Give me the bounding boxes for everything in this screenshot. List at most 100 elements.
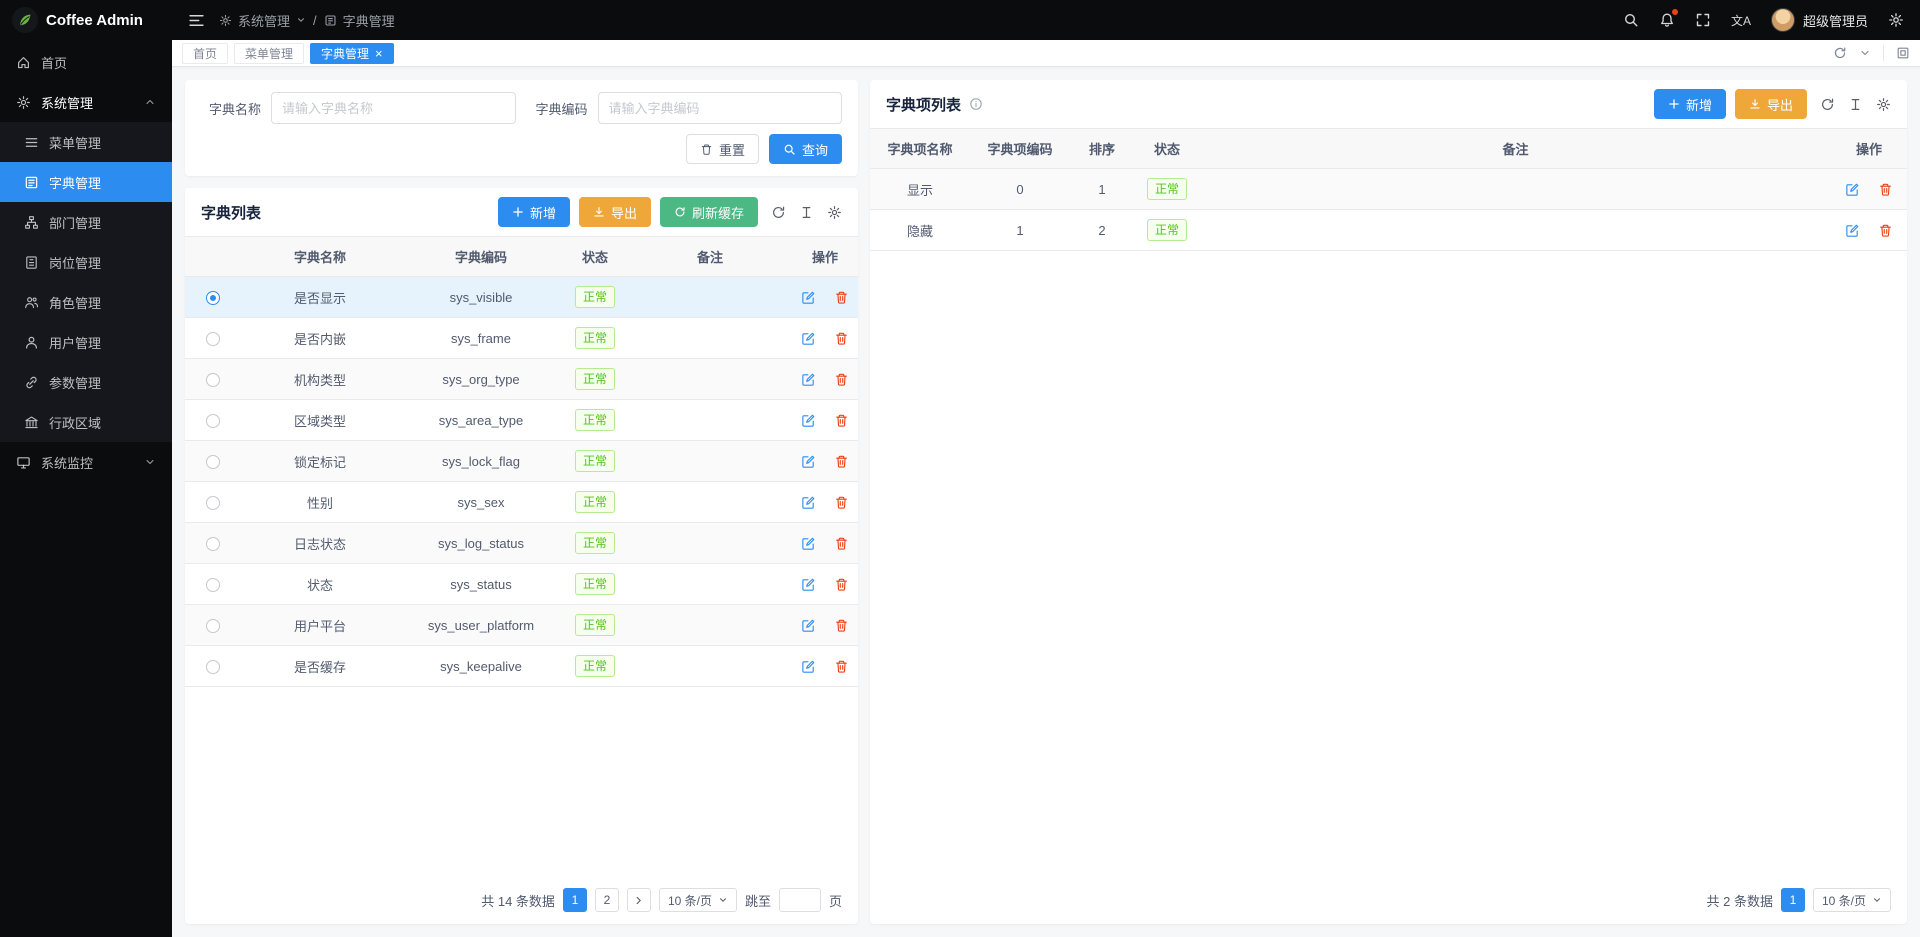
dict-table-row[interactable]: 日志状态 sys_log_status 正常 bbox=[185, 523, 858, 564]
translate-icon[interactable]: 文A bbox=[1731, 12, 1751, 29]
delete-icon[interactable] bbox=[834, 495, 849, 510]
column-settings-icon[interactable] bbox=[799, 205, 814, 220]
dict-item-table-row[interactable]: 隐藏 1 2 正常 bbox=[870, 210, 1907, 251]
table-gear-icon[interactable] bbox=[827, 205, 842, 220]
sidebar-item-admin-region[interactable]: 行政区域 bbox=[0, 402, 172, 442]
row-radio-button[interactable] bbox=[206, 414, 220, 428]
sidebar-item-dept-management[interactable]: 部门管理 bbox=[0, 202, 172, 242]
page-size-select[interactable]: 10 条/页 bbox=[659, 888, 737, 912]
sidebar-item-post-management[interactable]: 岗位管理 bbox=[0, 242, 172, 282]
row-radio-button[interactable] bbox=[206, 291, 220, 305]
delete-icon[interactable] bbox=[834, 659, 849, 674]
delete-icon[interactable] bbox=[834, 331, 849, 346]
dict-code-input[interactable] bbox=[598, 92, 843, 124]
edit-icon[interactable] bbox=[801, 454, 816, 469]
dict-table-row[interactable]: 是否内嵌 sys_frame 正常 bbox=[185, 318, 858, 359]
refresh-icon[interactable] bbox=[1833, 46, 1847, 60]
edit-icon[interactable] bbox=[801, 495, 816, 510]
sidebar-item-menu-management[interactable]: 菜单管理 bbox=[0, 122, 172, 162]
app-title: Coffee Admin bbox=[46, 12, 143, 29]
edit-icon[interactable] bbox=[1845, 223, 1860, 238]
delete-icon[interactable] bbox=[834, 290, 849, 305]
page-button-2[interactable]: 2 bbox=[595, 888, 619, 912]
app-logo[interactable]: Coffee Admin bbox=[0, 0, 172, 40]
notifications-button[interactable] bbox=[1659, 12, 1675, 28]
row-radio-button[interactable] bbox=[206, 619, 220, 633]
refresh-table-icon[interactable] bbox=[771, 205, 786, 220]
edit-icon[interactable] bbox=[801, 372, 816, 387]
reset-button[interactable]: 重置 bbox=[686, 134, 759, 164]
delete-icon[interactable] bbox=[834, 454, 849, 469]
next-page-button[interactable] bbox=[627, 888, 651, 912]
edit-icon[interactable] bbox=[801, 331, 816, 346]
fullscreen-icon[interactable] bbox=[1695, 12, 1711, 28]
dict-table-row[interactable]: 性别 sys_sex 正常 bbox=[185, 482, 858, 523]
edit-icon[interactable] bbox=[801, 413, 816, 428]
delete-icon[interactable] bbox=[834, 618, 849, 633]
tab-menu-management[interactable]: 菜单管理 bbox=[234, 43, 304, 64]
dict-table-row[interactable]: 是否缓存 sys_keepalive 正常 bbox=[185, 646, 858, 687]
sidebar-item-system-monitor[interactable]: 系统监控 bbox=[0, 442, 172, 482]
dict-name-input[interactable] bbox=[271, 92, 516, 124]
search-icon[interactable] bbox=[1623, 12, 1639, 28]
close-icon[interactable]: × bbox=[375, 47, 383, 60]
sidebar-toggle-icon[interactable] bbox=[188, 12, 205, 29]
chevron-down-icon[interactable] bbox=[1859, 47, 1871, 59]
breadcrumb-page[interactable]: 字典管理 bbox=[324, 11, 395, 30]
jump-page-input[interactable] bbox=[779, 888, 821, 912]
column-settings-icon[interactable] bbox=[1848, 97, 1863, 112]
dict-table-row[interactable]: 用户平台 sys_user_platform 正常 bbox=[185, 605, 858, 646]
row-radio-button[interactable] bbox=[206, 537, 220, 551]
dict-table-row[interactable]: 机构类型 sys_org_type 正常 bbox=[185, 359, 858, 400]
add-dict-button[interactable]: 新增 bbox=[498, 197, 570, 227]
dict-table-row[interactable]: 状态 sys_status 正常 bbox=[185, 564, 858, 605]
refresh-icon bbox=[674, 206, 686, 218]
dict-item-table-row[interactable]: 显示 0 1 正常 bbox=[870, 169, 1907, 210]
sidebar-item-dict-management[interactable]: 字典管理 bbox=[0, 162, 172, 202]
row-radio-button[interactable] bbox=[206, 578, 220, 592]
query-button[interactable]: 查询 bbox=[769, 134, 842, 164]
refresh-cache-button[interactable]: 刷新缓存 bbox=[660, 197, 758, 227]
sidebar-item-role-management[interactable]: 角色管理 bbox=[0, 282, 172, 322]
sidebar-item-param-management[interactable]: 参数管理 bbox=[0, 362, 172, 402]
edit-icon[interactable] bbox=[1845, 182, 1860, 197]
table-gear-icon[interactable] bbox=[1876, 97, 1891, 112]
edit-icon[interactable] bbox=[801, 577, 816, 592]
refresh-table-icon[interactable] bbox=[1820, 97, 1835, 112]
delete-icon[interactable] bbox=[834, 413, 849, 428]
row-radio-button[interactable] bbox=[206, 660, 220, 674]
delete-icon[interactable] bbox=[1878, 182, 1893, 197]
dict-table-row[interactable]: 是否显示 sys_visible 正常 bbox=[185, 277, 858, 318]
edit-icon[interactable] bbox=[801, 659, 816, 674]
tab-dict-management[interactable]: 字典管理 × bbox=[310, 43, 394, 64]
row-radio-button[interactable] bbox=[206, 332, 220, 346]
delete-icon[interactable] bbox=[834, 372, 849, 387]
dict-table-row[interactable]: 区域类型 sys_area_type 正常 bbox=[185, 400, 858, 441]
settings-gear-icon[interactable] bbox=[1888, 12, 1904, 28]
row-radio-button[interactable] bbox=[206, 496, 220, 510]
delete-icon[interactable] bbox=[834, 536, 849, 551]
sidebar-item-user-management[interactable]: 用户管理 bbox=[0, 322, 172, 362]
edit-icon[interactable] bbox=[801, 536, 816, 551]
row-radio-button[interactable] bbox=[206, 373, 220, 387]
delete-icon[interactable] bbox=[1878, 223, 1893, 238]
edit-icon[interactable] bbox=[801, 618, 816, 633]
add-dict-item-button[interactable]: 新增 bbox=[1654, 89, 1726, 119]
breadcrumb-section[interactable]: 系统管理 bbox=[219, 11, 306, 30]
delete-icon[interactable] bbox=[834, 577, 849, 592]
page-button-1[interactable]: 1 bbox=[1781, 888, 1805, 912]
row-radio-button[interactable] bbox=[206, 455, 220, 469]
status-badge: 正常 bbox=[575, 368, 615, 390]
export-dict-button[interactable]: 导出 bbox=[579, 197, 651, 227]
sidebar-item-system-management[interactable]: 系统管理 bbox=[0, 82, 172, 122]
sidebar-item-home[interactable]: 首页 bbox=[0, 42, 172, 82]
dict-table-row[interactable]: 锁定标记 sys_lock_flag 正常 bbox=[185, 441, 858, 482]
tab-home[interactable]: 首页 bbox=[182, 43, 228, 64]
user-menu[interactable]: 超级管理员 bbox=[1771, 8, 1868, 32]
content-fullscreen-icon[interactable] bbox=[1896, 46, 1910, 60]
page-size-select[interactable]: 10 条/页 bbox=[1813, 888, 1891, 912]
page-button-1[interactable]: 1 bbox=[563, 888, 587, 912]
edit-icon[interactable] bbox=[801, 290, 816, 305]
user-icon bbox=[24, 335, 39, 350]
export-dict-item-button[interactable]: 导出 bbox=[1735, 89, 1807, 119]
